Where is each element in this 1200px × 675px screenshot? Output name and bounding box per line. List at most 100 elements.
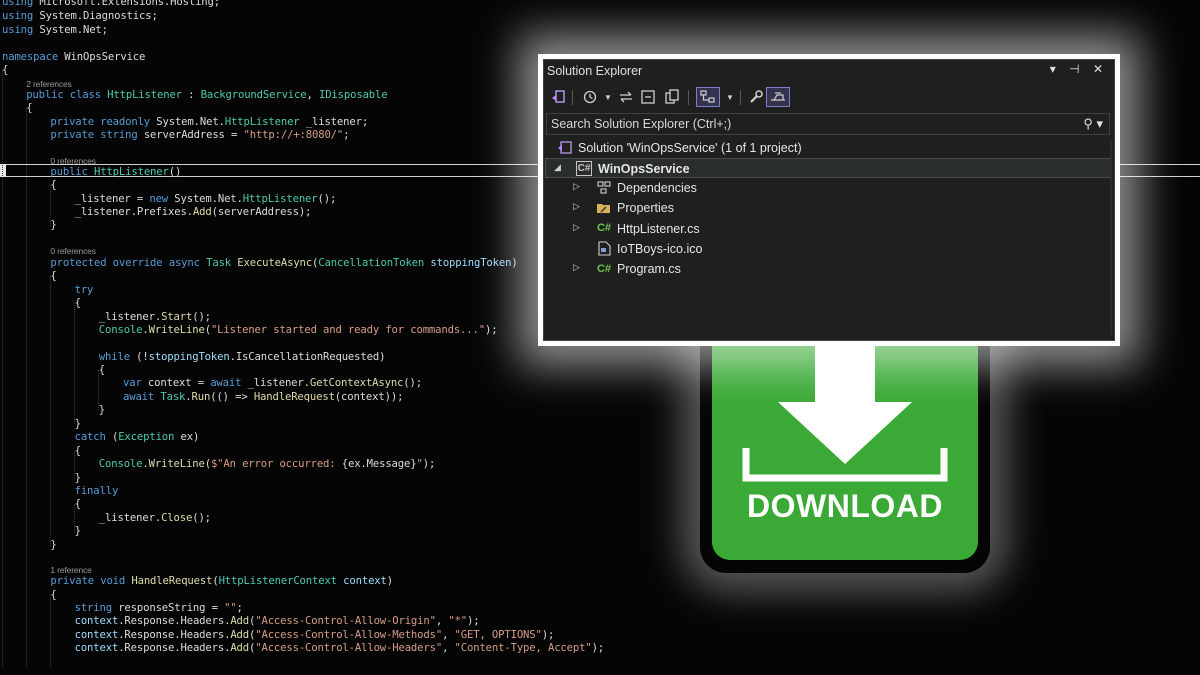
dependencies-icon — [596, 180, 612, 195]
indent-guide — [50, 276, 51, 546]
expand-arrow-icon[interactable]: ▷ — [573, 222, 580, 233]
indent-guide — [74, 303, 75, 424]
solution-node[interactable]: Solution 'WinOpsService' (1 of 1 project… — [545, 138, 1111, 158]
code-line: { — [98, 364, 106, 376]
download-arrow-icon — [742, 330, 948, 482]
indent-guide — [98, 370, 99, 410]
indent-guide — [26, 108, 27, 668]
code-line: finally — [74, 485, 119, 497]
codelens-references[interactable]: 2 references — [26, 79, 72, 89]
code-line: catch (Exception ex) — [74, 431, 200, 443]
solution-icon — [556, 140, 572, 155]
solution-label: Solution 'WinOpsService' (1 of 1 project… — [578, 141, 802, 155]
show-all-files-icon[interactable] — [662, 87, 682, 107]
code-line: private readonly System.Net.HttpListener… — [50, 116, 369, 128]
code-line: using System.Diagnostics; — [2, 10, 158, 22]
project-node[interactable]: ◢ C# WinOpsService — [545, 158, 1111, 178]
panel-title: Solution Explorer — [547, 64, 643, 78]
tree-item-label: IoTBoys-ico.ico — [617, 241, 703, 256]
code-line: _listener.Prefixes.Add(serverAddress); — [74, 206, 312, 218]
collapse-arrow-icon[interactable]: ◢ — [554, 162, 561, 173]
expand-arrow-icon[interactable]: ▷ — [573, 262, 580, 273]
csharp-project-icon: C# — [576, 161, 592, 176]
project-label: WinOpsService — [598, 162, 690, 176]
filter-dropdown-icon[interactable]: ▼ — [720, 87, 740, 107]
download-tile[interactable] — [712, 330, 978, 560]
code-line: { — [74, 498, 81, 510]
indent-guide — [50, 595, 51, 668]
panel-scrollbar[interactable] — [1110, 140, 1112, 335]
code-line: context.Response.Headers.Add("Access-Con… — [74, 642, 605, 654]
solution-explorer-panel: Solution Explorer ▾ ⊣ ✕ ▼ ▼ Search Solut… — [543, 59, 1115, 341]
history-icon[interactable] — [580, 87, 600, 107]
tree-item-label: Properties — [617, 201, 674, 216]
current-line-marker — [0, 164, 6, 177]
code-line: protected override async Task ExecuteAsy… — [50, 257, 518, 269]
code-line: { — [26, 102, 33, 114]
code-line: using Microsoft.Extensions.Hosting; — [2, 0, 220, 8]
preview-selected-items-icon[interactable] — [766, 87, 790, 107]
tree-item[interactable]: ▷ C# Program.cs — [545, 259, 1111, 279]
expand-arrow-icon[interactable]: ▷ — [573, 181, 580, 192]
indent-guide — [50, 185, 51, 226]
code-line: string responseString = ""; — [74, 602, 243, 614]
filter-tree-icon[interactable] — [696, 87, 720, 107]
collapse-all-icon[interactable] — [638, 87, 658, 107]
solution-explorer-toolbar: ▼ ▼ — [544, 84, 1114, 110]
search-input[interactable] — [547, 114, 1071, 134]
tree-item[interactable]: IoTBoys-ico.ico — [545, 239, 1111, 259]
codelens-references[interactable]: 0 references — [50, 246, 96, 256]
code-line: } — [50, 219, 57, 231]
download-label: DOWNLOAD — [747, 488, 943, 524]
indent-guide — [2, 70, 3, 668]
tree-item[interactable]: ▷ Properties — [545, 198, 1111, 218]
sync-icon[interactable] — [616, 87, 636, 107]
indent-guide — [74, 504, 75, 532]
ico-file-icon — [596, 241, 612, 256]
wrench-folder-icon — [596, 200, 612, 215]
code-line: { — [50, 270, 57, 282]
tree-item-label: Program.cs — [617, 262, 681, 277]
expand-arrow-icon[interactable]: ▷ — [573, 201, 580, 212]
code-line: Console.WriteLine("Listener started and … — [98, 324, 498, 336]
tree-item-label: Dependencies — [617, 181, 697, 195]
code-line: context.Response.Headers.Add("Access-Con… — [74, 615, 480, 627]
code-line: using System.Net; — [2, 24, 108, 36]
code-line: _listener.Start(); — [98, 311, 211, 323]
code-line: public HttpListener() — [50, 166, 182, 178]
code-line: { — [74, 297, 81, 309]
csharp-file-icon: C# — [596, 262, 612, 275]
tree-item[interactable]: ▷ C# HttpListener.cs — [545, 219, 1111, 239]
csharp-file-icon: C# — [596, 222, 612, 235]
code-line: namespace WinOpsService — [2, 51, 146, 63]
code-line: _listener.Close(); — [98, 512, 211, 524]
code-line: var context = await _listener.GetContext… — [123, 377, 422, 389]
code-line: } — [50, 539, 57, 551]
code-line: { — [50, 179, 57, 191]
indent-guide — [74, 451, 75, 478]
code-line: _listener = new System.Net.HttpListener(… — [74, 193, 337, 205]
code-line: } — [98, 404, 106, 416]
code-line: private void HandleRequest(HttpListenerC… — [50, 575, 393, 587]
code-line: while (!stoppingToken.IsCancellationRequ… — [98, 351, 386, 363]
tree-item[interactable]: ▷ Dependencies — [545, 178, 1111, 198]
code-line: } — [74, 418, 81, 430]
codelens-references[interactable]: 1 reference — [50, 565, 92, 575]
code-line: { — [50, 589, 57, 601]
properties-wrench-icon[interactable] — [746, 87, 766, 107]
code-line: { — [74, 445, 81, 457]
tree-item-label: HttpListener.cs — [617, 221, 700, 236]
search-box[interactable]: ⚲ ▾ — [546, 113, 1110, 135]
code-line: public class HttpListener : BackgroundSe… — [26, 89, 388, 101]
code-line: Console.WriteLine($"An error occurred: {… — [98, 458, 436, 470]
codelens-references[interactable]: 0 references — [50, 156, 96, 166]
code-line: } — [74, 525, 81, 537]
code-line: await Task.Run(() => HandleRequest(conte… — [123, 391, 404, 403]
code-line: context.Response.Headers.Add("Access-Con… — [74, 629, 555, 641]
panel-window-buttons[interactable]: ▾ ⊣ ✕ — [1050, 62, 1108, 76]
code-line: } — [74, 472, 81, 484]
switch-views-icon[interactable] — [548, 87, 568, 107]
code-line: private string serverAddress = "http://+… — [50, 129, 350, 141]
search-icon[interactable]: ⚲ ▾ — [1083, 116, 1103, 132]
history-dropdown-icon[interactable]: ▼ — [598, 87, 618, 107]
